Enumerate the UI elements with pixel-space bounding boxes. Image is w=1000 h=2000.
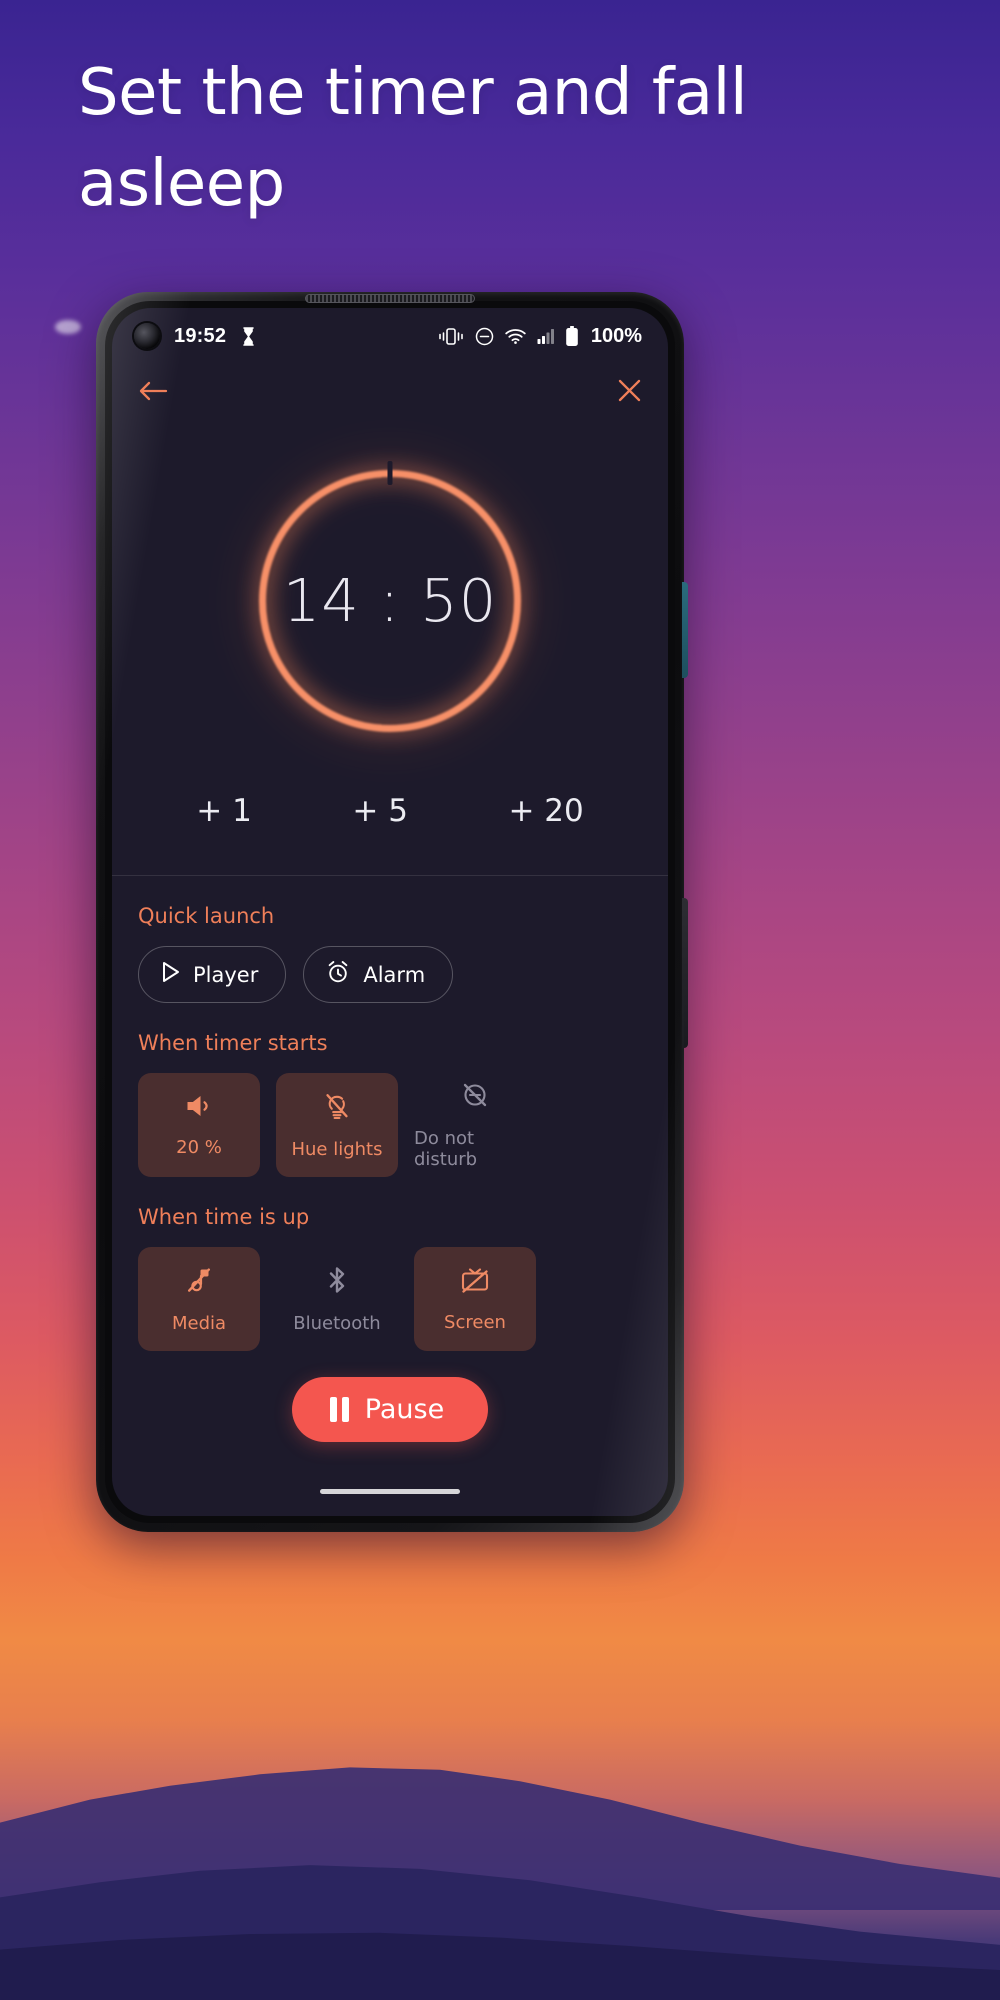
when-timer-starts-title: When timer starts — [138, 1031, 328, 1055]
screen-off-icon — [459, 1266, 491, 1299]
tile-bluetooth[interactable]: Bluetooth — [276, 1247, 398, 1351]
when-timer-starts-section: When timer starts 20 % Hue lights Do not… — [112, 1031, 668, 1177]
music-off-icon — [184, 1265, 214, 1300]
status-time: 19:52 — [174, 324, 227, 347]
alarm-clock-icon — [326, 960, 350, 989]
tile-media-label: Media — [171, 1312, 227, 1334]
when-time-is-up-title: When time is up — [138, 1205, 310, 1229]
arrow-left-icon[interactable] — [138, 380, 168, 407]
moon — [55, 320, 81, 334]
status-bar: 19:52 100% — [112, 308, 668, 364]
lightbulb-off-icon — [322, 1091, 352, 1126]
tile-media[interactable]: Media — [138, 1247, 260, 1351]
tile-screen-label: Screen — [444, 1311, 506, 1333]
earpiece-grille — [305, 294, 475, 303]
timer-ring[interactable]: 14 : 50 — [251, 460, 529, 740]
bluetooth-icon — [324, 1265, 350, 1300]
section-divider — [112, 875, 668, 876]
volume-up-icon — [184, 1093, 214, 1124]
close-icon[interactable] — [617, 378, 642, 408]
play-icon — [161, 961, 180, 988]
wifi-icon — [505, 328, 526, 344]
tile-hue-lights[interactable]: Hue lights — [276, 1073, 398, 1177]
tile-do-not-disturb-label: Do not disturb — [414, 1128, 478, 1170]
volume-button[interactable] — [682, 898, 688, 1048]
pause-icon — [329, 1397, 349, 1422]
tile-volume[interactable]: 20 % — [138, 1073, 260, 1177]
battery-percentage: 100% — [590, 324, 642, 347]
tile-hue-lights-label: Hue lights — [291, 1138, 383, 1160]
quick-launch-alarm-chip[interactable]: Alarm — [303, 946, 454, 1003]
when-time-is-up-section: When time is up Media Bluetooth Screen — [112, 1205, 668, 1351]
do-not-disturb-icon — [475, 327, 494, 346]
phone-screen: 19:52 100% 14: 50 + 1 + 5 + 20 Quick la… — [112, 308, 668, 1516]
quick-launch-player-chip[interactable]: Player — [138, 946, 287, 1003]
battery-icon — [565, 325, 579, 347]
page-headline: Set the timer and fall asleep — [78, 56, 748, 221]
cellular-signal-icon — [537, 328, 554, 344]
add-20-minutes-button[interactable]: + 20 — [494, 789, 597, 833]
pause-button[interactable]: Pause — [291, 1377, 489, 1442]
tile-screen[interactable]: Screen — [414, 1247, 536, 1351]
home-indicator[interactable] — [320, 1489, 460, 1494]
vibrate-icon — [438, 327, 464, 346]
pause-button-label: Pause — [364, 1394, 445, 1425]
timer-value: 14 : 50 — [282, 566, 498, 635]
timer-display-area[interactable]: 14 : 50 — [112, 408, 668, 793]
phone-mockup: 19:52 100% 14: 50 + 1 + 5 + 20 Quick la… — [96, 292, 688, 1532]
tile-do-not-disturb[interactable]: Do not disturb — [414, 1073, 536, 1177]
power-button[interactable] — [682, 582, 688, 678]
add-time-row: + 1 + 5 + 20 — [112, 779, 668, 843]
quick-launch-alarm-label: Alarm — [363, 962, 426, 987]
add-5-minutes-button[interactable]: + 5 — [338, 789, 422, 833]
front-camera — [134, 323, 160, 349]
quick-launch-title: Quick launch — [138, 904, 275, 928]
do-not-disturb-off-icon — [460, 1080, 490, 1115]
tile-bluetooth-label: Bluetooth — [293, 1312, 381, 1334]
hourglass-icon — [242, 326, 255, 346]
add-1-minute-button[interactable]: + 1 — [182, 789, 266, 833]
quick-launch-section: Quick launch Player Alarm — [112, 904, 668, 1003]
tile-volume-label: 20 % — [176, 1136, 222, 1158]
quick-launch-player-label: Player — [193, 962, 259, 987]
